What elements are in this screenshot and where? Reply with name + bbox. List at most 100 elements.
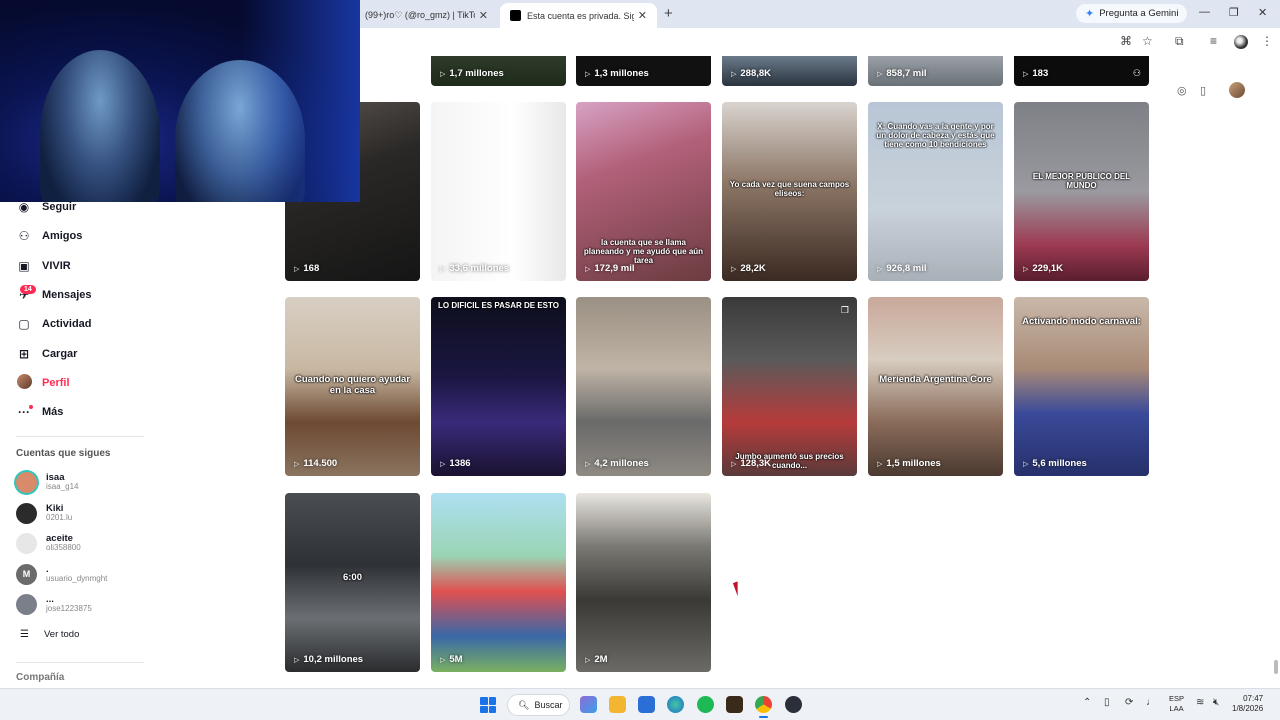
maximize-icon[interactable]: ❐ [1229,6,1239,19]
nav-label: Amigos [42,230,83,242]
view-count: ▷ 128,3K [731,458,771,469]
tray-expand-icon[interactable]: ⌃ [1083,697,1091,708]
taskbar-search[interactable]: 🔍︎ Buscar [507,694,570,716]
nav-profile[interactable]: Perfil [16,372,70,394]
device-icon[interactable]: ▯ [1200,84,1206,97]
search-icon: 🔍︎ [518,699,530,710]
video-tile[interactable]: EL MEJOR PUBLICO DEL MUNDO ▷ 229,1K [1014,102,1149,281]
app-tray-icon[interactable]: ⟳ [1125,697,1133,708]
video-caption: LO DIFICIL ES PASAR DE ESTO [438,301,559,310]
extensions-icon[interactable]: ⧉ [1175,34,1184,49]
video-tile[interactable]: ▷ 288,8K [722,56,857,86]
mouse-cursor [732,579,748,597]
gemini-button[interactable]: ✦ Pregunta a Gemini [1076,4,1188,23]
clock-time: 07:47 [1243,694,1264,703]
video-tile[interactable]: ▷ 858,7 mil [868,56,1003,86]
following-account[interactable]: aceite oli358800 [16,530,81,556]
user-avatar[interactable] [1229,82,1245,98]
play-icon: ▷ [1023,460,1029,468]
translate-icon[interactable]: ⌘ [1120,34,1132,48]
video-tile[interactable]: X: Cuando vas a la gente y por un dolor … [868,102,1003,281]
copilot-icon[interactable] [580,696,597,713]
close-window-icon[interactable]: ✕ [1258,6,1267,19]
taskbar: 🔍︎ Buscar ⌃ ▯ ⟳ ♩ ESP LAA ≋ 🔇︎ 07:47 1/8… [0,688,1280,720]
video-caption: Activando modo carnaval: [1022,316,1141,327]
browser-tab-active[interactable]: Esta cuenta es privada. Sigue e ✕ [500,3,657,28]
video-tile[interactable]: Activando modo carnaval: ▷ 5,6 millones [1014,297,1149,476]
video-tile[interactable]: 6:00 ▷ 10,2 millones [285,493,420,672]
close-tab-icon[interactable]: ✕ [638,9,647,22]
messages-badge: 14 [20,285,36,294]
clock[interactable]: 07:47 1/8/2026 [1232,694,1263,715]
scrollbar-thumb[interactable] [1274,660,1278,674]
see-all-link[interactable]: ☰ Ver todo [20,629,79,640]
nav-live[interactable]: ▣ VIVIR [16,255,71,277]
bookmark-star-icon[interactable]: ☆ [1142,34,1153,48]
video-tile[interactable]: ▷ 4,2 millones [576,297,711,476]
store-icon[interactable] [638,696,655,713]
play-icon: ▷ [877,460,883,468]
video-tile[interactable]: la cuenta que se llama planeando y me ay… [576,102,711,281]
view-count-label: 1,5 millones [886,458,941,469]
microphone-icon[interactable]: ♩ [1146,697,1156,708]
nav-label: VIVIR [42,260,71,272]
nav-upload[interactable]: ⊞ Cargar [16,343,78,365]
nav-more[interactable]: ··· Más [16,401,63,423]
video-tile[interactable]: ▷ 1,7 millones [431,56,566,86]
usb-icon[interactable]: ▯ [1104,697,1110,708]
see-all-label: Ver todo [43,629,80,640]
photo-carousel-icon: ❐ [840,305,849,315]
chrome-icon[interactable] [755,696,772,718]
play-icon: ▷ [294,656,300,664]
browser-profile-avatar[interactable] [1234,35,1248,49]
app-icon[interactable] [785,696,802,713]
account-handle: jose1223875 [46,603,92,613]
view-count: ▷ 1,3 millones [585,68,649,79]
play-icon: ▷ [877,265,883,273]
video-tile[interactable]: Jumbo aumentó sus precios cuando... ❐ ▷ 128… [722,297,857,476]
close-tab-icon[interactable]: ✕ [479,9,488,22]
video-tile[interactable]: ▷ 5M [431,493,566,672]
view-count-label: 168 [303,263,320,274]
file-explorer-icon[interactable] [609,696,626,713]
minimize-icon[interactable]: — [1199,6,1210,18]
view-count-label: 33,6 millones [449,263,510,274]
webcam-overlay [0,0,360,202]
webcam-light [240,0,360,202]
media-controls-icon[interactable]: ≡ [1210,34,1217,48]
nav-friends[interactable]: ⚇ Amigos [16,225,83,247]
video-tile[interactable]: LO DIFICIL ES PASAR DE ESTO ▷ 1386 [431,297,566,476]
explore-icon[interactable]: ◎ [1177,84,1187,97]
nav-activity[interactable]: ▢ Actividad [16,313,91,335]
clock-date: 1/8/2026 [1232,704,1264,714]
spotify-icon[interactable] [697,696,714,713]
profile-icon [16,374,32,392]
gemini-icon: ✦ [1085,8,1095,20]
video-tile[interactable]: Cuando no quiero ayudar en la casa ▷ 114.5… [285,297,420,476]
language-indicator[interactable]: ESP LAA [1169,694,1184,714]
video-tile[interactable]: Yo cada vez que suena campos eliseos: ▷ 28… [722,102,857,281]
browser-tab[interactable]: (99+)ro♡ (@ro_gmz) | TikTok ✕ [355,3,498,28]
start-button-icon[interactable] [480,697,496,713]
video-tile[interactable]: ▷ 1,3 millones [576,56,711,86]
sidebar-divider [16,662,144,663]
volume-muted-icon[interactable]: 🔇︎ [1213,697,1219,708]
play-icon: ▷ [294,265,300,273]
following-account[interactable]: M . usuario_dynmght [16,561,107,587]
video-tile[interactable]: ▷ 183 ⚇ [1014,56,1149,86]
following-account[interactable]: ... jose1223875 [16,591,92,617]
game-icon[interactable] [726,696,743,713]
new-tab-icon[interactable]: + [664,5,673,22]
video-tile[interactable]: Merienda Argentina Core ▷ 1,5 millones [868,297,1003,476]
video-tile[interactable]: ▷ 33,6 millones [431,102,566,281]
following-icon: ◉ [18,200,30,214]
following-account[interactable]: Kiki 0201.lu [16,500,72,526]
wifi-icon[interactable]: ≋ [1196,697,1204,708]
browser-menu-icon[interactable]: ⋮ [1261,34,1273,48]
following-account[interactable]: isaa isaa_g14 [16,469,78,495]
gemini-label: Pregunta a Gemini [1099,8,1179,19]
view-count: ▷ 2M [585,654,608,665]
edge-icon[interactable] [667,696,684,713]
video-tile[interactable]: ▷ 2M [576,493,711,672]
view-count-label: 229,1K [1032,263,1064,274]
